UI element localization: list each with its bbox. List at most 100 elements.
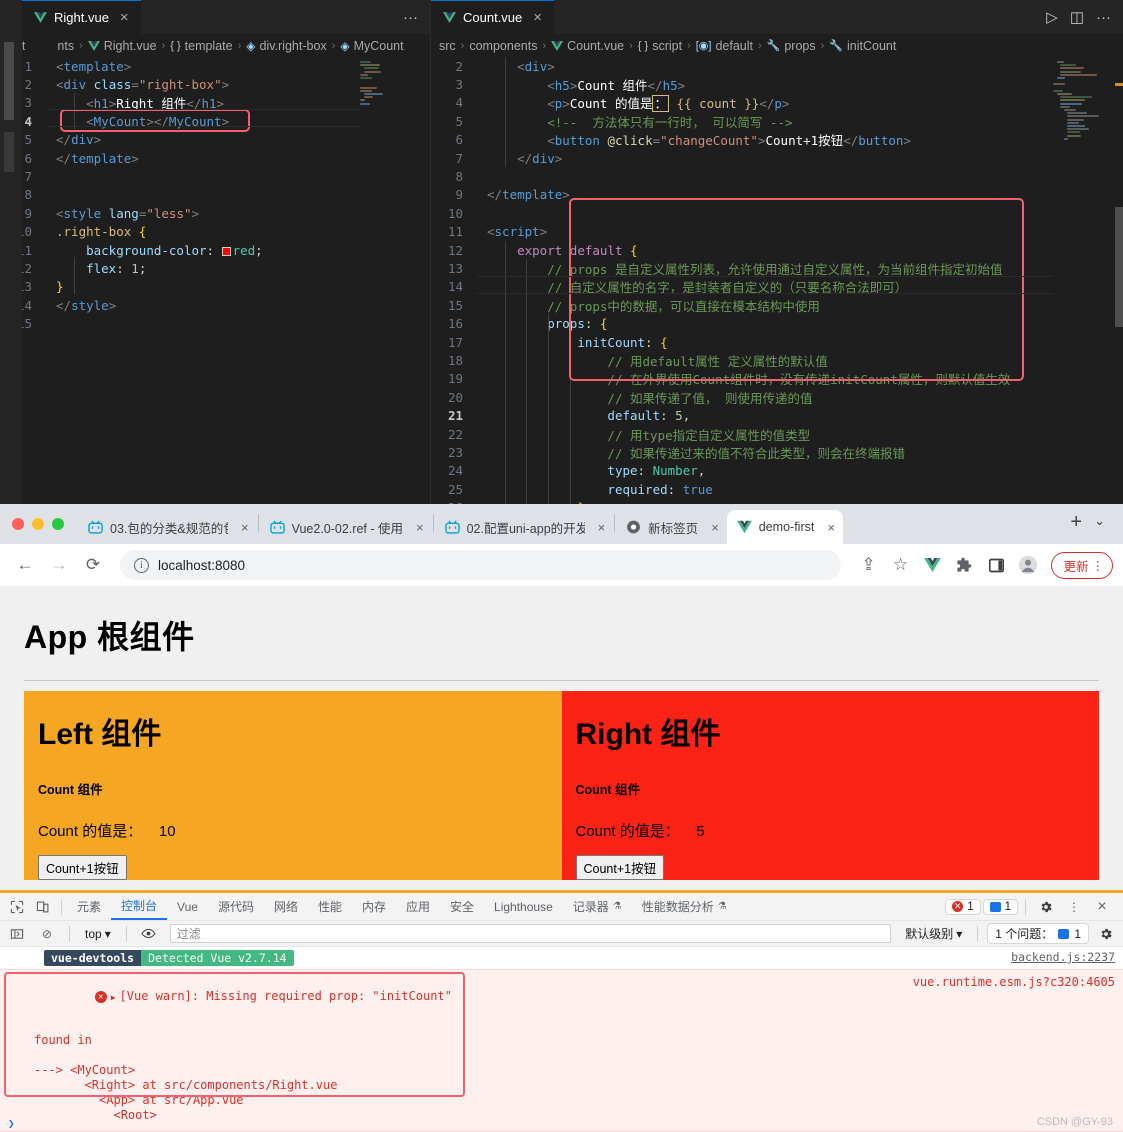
breadcrumb-item-default[interactable]: [◉] default: [696, 39, 753, 53]
side-panel-icon[interactable]: [981, 550, 1011, 580]
code-line[interactable]: 13 // props 是自定义属性列表，允许使用通过自定义属性，为当前组件指定…: [431, 259, 1123, 277]
tab-list-chevron-icon[interactable]: ⌄: [1094, 513, 1123, 535]
expand-triangle-icon[interactable]: ▶: [111, 993, 116, 1002]
breadcrumb-item-file[interactable]: Right.vue: [87, 39, 157, 53]
browser-tab[interactable]: 03.包的分类&规范的包 ×: [78, 510, 257, 544]
code-line[interactable]: 6 <button @click="changeCount">Count+1按钮…: [431, 131, 1123, 149]
devtools-tab-内存[interactable]: 内存: [352, 893, 396, 920]
back-button[interactable]: ←: [10, 550, 40, 580]
scrollbar-thumb[interactable]: [1115, 207, 1123, 327]
bookmark-icon[interactable]: ☆: [885, 550, 915, 580]
breadcrumb-item-template[interactable]: { } template: [170, 39, 232, 53]
device-toolbar-icon[interactable]: [30, 895, 56, 919]
code-line[interactable]: 11 <script>: [431, 223, 1123, 241]
update-button[interactable]: 更新 ⋮: [1051, 551, 1113, 579]
clear-console-icon[interactable]: ⊘: [34, 922, 60, 946]
gear-icon[interactable]: [1033, 895, 1059, 919]
browser-menu-icon[interactable]: ⋮: [1092, 558, 1105, 573]
devtools-tab-控制台[interactable]: 控制台: [111, 893, 168, 920]
code-line[interactable]: 17 initCount: {: [431, 333, 1123, 351]
issues-gear-icon[interactable]: [1093, 922, 1119, 946]
code-line[interactable]: 16 props: {: [431, 314, 1123, 332]
code-editor-right[interactable]: 2 <div> 3 <h5>Count 组件</h5> 4 <p>Count 的值是…: [431, 57, 1123, 504]
close-icon[interactable]: ×: [705, 520, 719, 535]
site-info-icon[interactable]: i: [134, 557, 149, 573]
close-icon[interactable]: ×: [410, 520, 424, 535]
editor-scrollbar-right[interactable]: [1115, 57, 1123, 504]
close-icon[interactable]: ×: [592, 520, 606, 535]
reload-button[interactable]: ⟳: [78, 550, 108, 580]
maximize-window-button[interactable]: [52, 518, 64, 530]
breadcrumb-item-script[interactable]: { } script: [638, 39, 682, 53]
code-line[interactable]: 21 default: 5,: [431, 406, 1123, 424]
code-line[interactable]: 4 <p>Count 的值是： {{ count }}</p>: [431, 94, 1123, 113]
console-filter-input[interactable]: 过滤: [169, 924, 892, 943]
code-line[interactable]: 10: [431, 204, 1123, 222]
editor-tab-right-vue[interactable]: Right.vue ×: [22, 0, 141, 34]
code-line[interactable]: 2 <div>: [431, 57, 1123, 75]
scrollbar-thumb-2[interactable]: [4, 132, 14, 172]
scrollbar-thumb[interactable]: [4, 42, 14, 120]
close-devtools-icon[interactable]: ×: [1089, 895, 1115, 919]
browser-tab[interactable]: Vue2.0-02.ref - 使用 ×: [260, 510, 432, 544]
breadcrumb-item-div[interactable]: ◈ div.right-box: [246, 39, 326, 53]
close-icon[interactable]: ×: [120, 10, 129, 25]
devtools-tab-记录器[interactable]: 记录器 ⚗: [563, 893, 632, 920]
code-line[interactable]: 8: [431, 167, 1123, 185]
code-line[interactable]: 9 </template>: [431, 186, 1123, 204]
close-icon[interactable]: ×: [235, 520, 249, 535]
share-icon[interactable]: ⇪: [853, 550, 883, 580]
execution-context-selector[interactable]: top ▾: [79, 927, 117, 941]
editor-tab-count-vue[interactable]: Count.vue ×: [431, 0, 555, 34]
code-line[interactable]: 7 </div>: [431, 149, 1123, 167]
close-window-button[interactable]: [12, 518, 24, 530]
devtools-tab-应用[interactable]: 应用: [396, 893, 440, 920]
code-line[interactable]: 23 // 如果传递过来的值不符合此类型，则会在终端报错: [431, 443, 1123, 461]
code-line[interactable]: 12 export default {: [431, 241, 1123, 259]
close-icon[interactable]: ×: [821, 520, 835, 535]
more-actions-icon[interactable]: ···: [403, 10, 418, 25]
code-line[interactable]: 20 // 如果传递了值， 则使用传递的值: [431, 388, 1123, 406]
console-source-link[interactable]: backend.js:2237: [1001, 950, 1115, 964]
code-line[interactable]: 3 <h5>Count 组件</h5>: [431, 75, 1123, 93]
console-sidebar-icon[interactable]: [4, 922, 30, 946]
forward-button[interactable]: →: [44, 550, 74, 580]
code-line[interactable]: 14 // 自定义属性的名字，是封装者自定义的（只要名称合法即可）: [431, 278, 1123, 296]
puzzle-icon[interactable]: [949, 550, 979, 580]
breadcrumb-item-props[interactable]: 🔧 props: [767, 39, 816, 53]
warning-count-badge[interactable]: 1: [982, 898, 1018, 915]
devtools-tab-元素[interactable]: 元素: [67, 893, 111, 920]
left-count-increment-button[interactable]: Count+1按钮: [38, 855, 127, 880]
minimap-right[interactable]: [1053, 57, 1115, 504]
code-line[interactable]: 24 type: Number,: [431, 462, 1123, 480]
error-count-badge[interactable]: ✕ 1: [945, 898, 981, 915]
code-editor-left[interactable]: 1 <template> 2 <div class="right-box"> 3 <h1…: [0, 57, 430, 504]
log-level-selector[interactable]: 默认级别 ▾: [899, 925, 968, 942]
right-count-increment-button[interactable]: Count+1按钮: [575, 855, 665, 880]
address-bar[interactable]: i localhost:8080: [120, 550, 842, 580]
run-icon[interactable]: ▷: [1046, 10, 1058, 25]
live-expression-eye-icon[interactable]: [136, 922, 162, 946]
code-line[interactable]: 19 // 在外界使用Count组件时，没有传递initCount属性，则默认值…: [431, 370, 1123, 388]
browser-tab[interactable]: 02.配置uni-app的开发 ×: [435, 510, 614, 544]
browser-tab-active[interactable]: demo-first ×: [726, 510, 843, 544]
minimize-window-button[interactable]: [32, 518, 44, 530]
new-tab-button[interactable]: +: [1058, 511, 1094, 538]
minimap-left[interactable]: [360, 57, 422, 504]
left-editor-scroll-strip[interactable]: [0, 34, 22, 504]
devtools-tab-Lighthouse[interactable]: Lighthouse: [484, 893, 563, 920]
code-line[interactable]: 5 <!-- 方法体只有一行时， 可以简写 -->: [431, 112, 1123, 130]
devtools-tab-性能数据分析[interactable]: 性能数据分析 ⚗: [632, 893, 737, 920]
close-icon[interactable]: ×: [533, 10, 542, 25]
devtools-tab-源代码[interactable]: 源代码: [208, 893, 264, 920]
code-line[interactable]: 25 required: true: [431, 480, 1123, 498]
devtools-tab-性能[interactable]: 性能: [308, 893, 352, 920]
breadcrumb-item-components[interactable]: components: [469, 39, 537, 53]
issues-badge[interactable]: 1 个问题： 1: [987, 923, 1089, 944]
console-source-link[interactable]: vue.runtime.esm.js?c320:4605: [913, 975, 1115, 989]
devtools-tab-网络[interactable]: 网络: [264, 893, 308, 920]
avatar-icon[interactable]: [1013, 550, 1043, 580]
code-line[interactable]: 18 // 用default属性 定义属性的默认值: [431, 351, 1123, 369]
code-line[interactable]: 22 // 用type指定自定义属性的值类型: [431, 425, 1123, 443]
browser-tab[interactable]: 新标签页 ×: [616, 510, 727, 544]
